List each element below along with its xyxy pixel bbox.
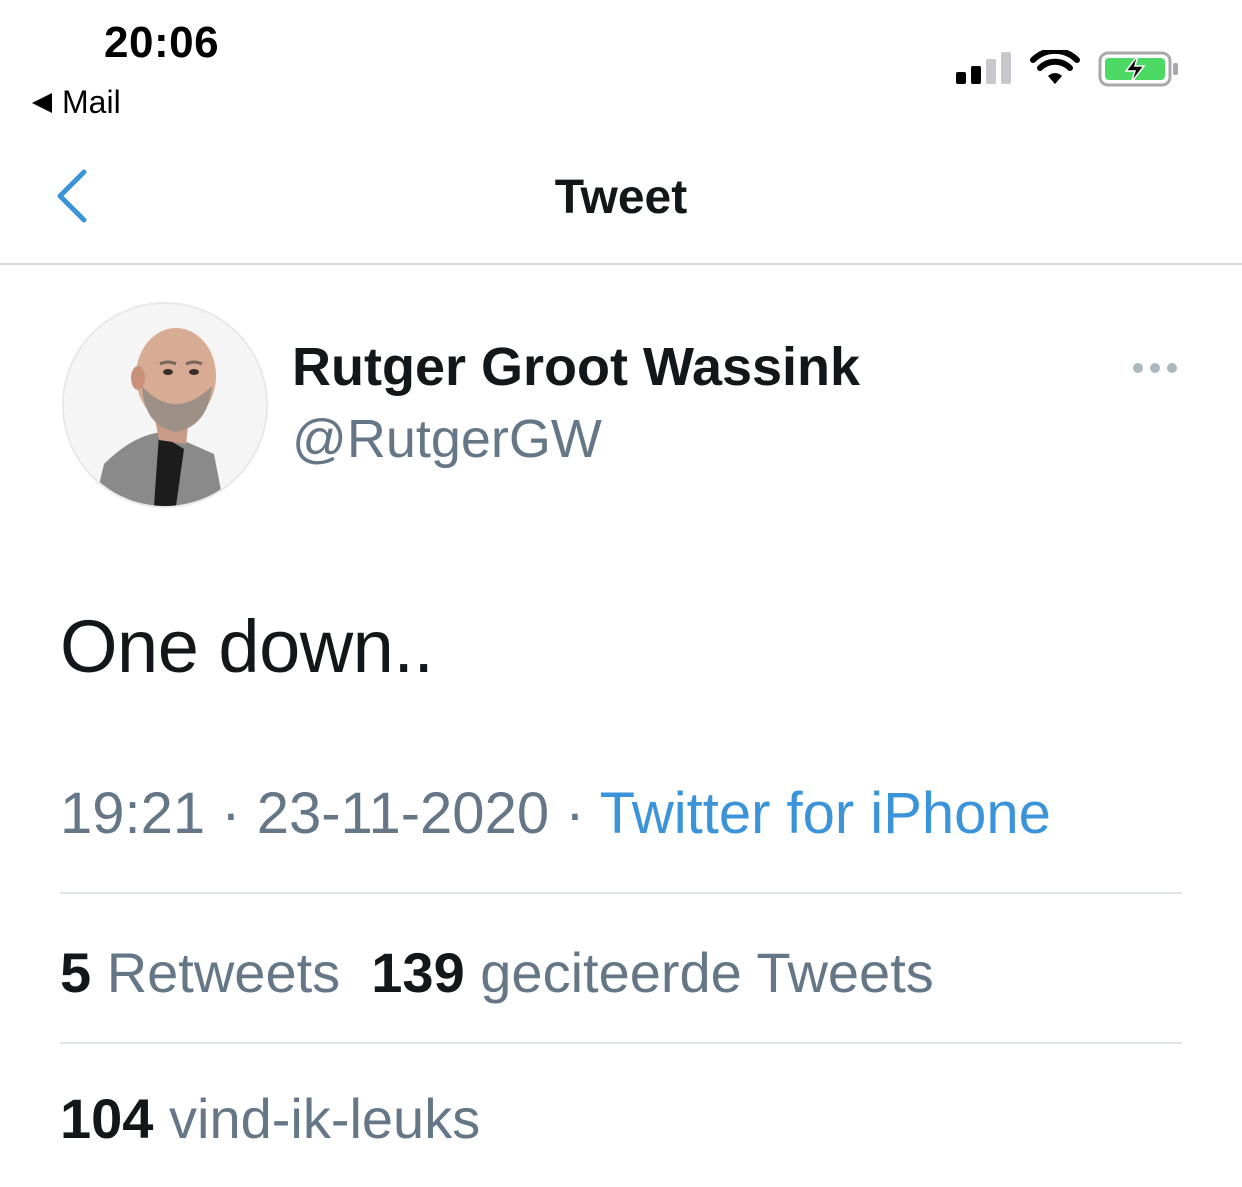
author-display-name[interactable]: Rutger Groot Wassink [292,336,860,398]
divider [60,892,1182,894]
nav-divider [0,263,1242,265]
likes-count: 104 [60,1087,154,1150]
tweet-text: One down.. [60,605,434,688]
stats-row-likes: 104 vind-ik-leuks [60,1086,480,1151]
tweet-time: 19:21 [60,781,206,846]
avatar[interactable] [62,302,268,508]
more-horizontal-icon[interactable] [1132,360,1178,376]
meta-separator: · [205,781,257,846]
tweet-source-link[interactable]: Twitter for iPhone [600,781,1051,846]
stats-row-retweets: 5 Retweets 139 geciteerde Tweets [60,940,934,1005]
cellular-signal-icon [956,52,1011,84]
quotes-label: geciteerde Tweets [480,941,934,1004]
likes-stat[interactable]: 104 vind-ik-leuks [60,1087,480,1150]
tweet-meta: 19:21 · 23-11-2020 · Twitter for iPhone [60,780,1051,847]
quotes-stat[interactable]: 139 geciteerde Tweets [371,941,933,1004]
divider [60,1042,1182,1044]
tweet-date: 23-11-2020 [256,781,550,846]
retweets-label: Retweets [106,941,341,1004]
author-handle[interactable]: @RutgerGW [292,408,602,470]
meta-separator: · [549,781,600,846]
page-title: Tweet [554,171,688,224]
retweets-stat[interactable]: 5 Retweets [60,941,340,1004]
quotes-count: 139 [371,941,465,1004]
back-app-label: Mail [62,84,121,120]
retweets-count: 5 [60,941,92,1004]
battery-charging-icon [1098,51,1178,87]
back-triangle-icon [32,92,52,113]
status-time: 20:06 [104,18,220,67]
back-to-mail-link[interactable]: Mail [32,84,121,121]
likes-label: vind-ik-leuks [169,1087,481,1150]
avatar-photo [64,304,266,506]
wifi-icon [1030,50,1080,84]
